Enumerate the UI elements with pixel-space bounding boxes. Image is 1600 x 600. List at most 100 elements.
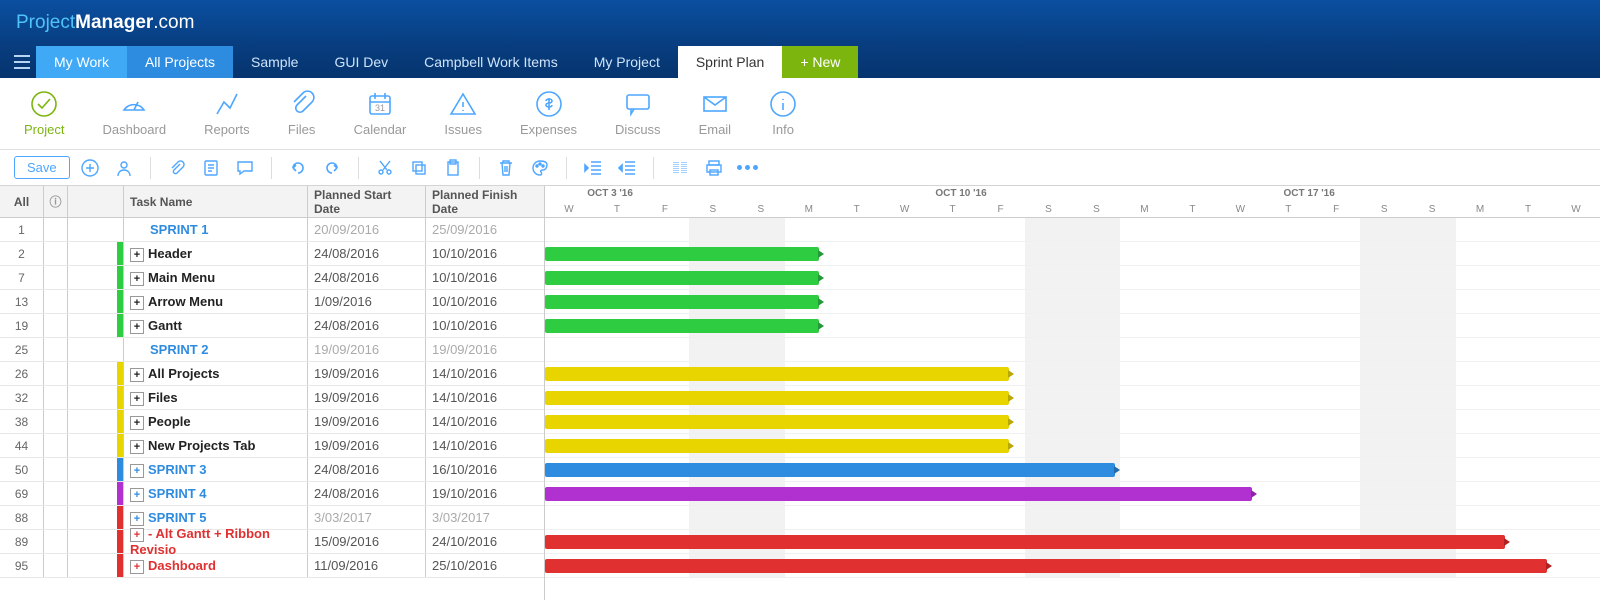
toolbar-info[interactable]: Info <box>769 90 797 137</box>
expand-icon[interactable]: + <box>130 296 144 310</box>
save-button[interactable]: Save <box>14 156 70 179</box>
toolbar-email[interactable]: Email <box>699 90 732 137</box>
info-icon[interactable]: ⓘ <box>44 186 68 217</box>
toolbar-discuss[interactable]: Discuss <box>615 90 661 137</box>
menu-icon[interactable] <box>8 46 36 78</box>
undo-icon[interactable] <box>284 154 312 182</box>
user-icon[interactable] <box>110 154 138 182</box>
cell-start[interactable]: 19/09/2016 <box>308 338 426 361</box>
gantt-bar[interactable] <box>545 463 1115 477</box>
print-icon[interactable] <box>700 154 728 182</box>
expand-icon[interactable]: + <box>130 528 144 542</box>
task-row[interactable]: 25SPRINT 219/09/201619/09/2016 <box>0 338 544 362</box>
cell-name[interactable]: SPRINT 2 <box>124 338 308 361</box>
expand-icon[interactable]: + <box>130 368 144 382</box>
cell-start[interactable]: 24/08/2016 <box>308 242 426 265</box>
cell-name[interactable]: +Arrow Menu <box>124 290 308 313</box>
color-icon[interactable] <box>526 154 554 182</box>
toolbar-dashboard[interactable]: Dashboard <box>102 90 166 137</box>
note-icon[interactable] <box>197 154 225 182</box>
toolbar-expenses[interactable]: Expenses <box>520 90 577 137</box>
toolbar-reports[interactable]: Reports <box>204 90 250 137</box>
gantt-bar[interactable] <box>545 295 819 309</box>
cell-start[interactable]: 3/03/2017 <box>308 506 426 529</box>
cell-end[interactable]: 16/10/2016 <box>426 458 544 481</box>
task-row[interactable]: 89+- Alt Gantt + Ribbon Revisio15/09/201… <box>0 530 544 554</box>
task-row[interactable]: 38+People19/09/201614/10/2016 <box>0 410 544 434</box>
tab-my-project[interactable]: My Project <box>576 46 678 78</box>
cell-start[interactable]: 24/08/2016 <box>308 314 426 337</box>
task-row[interactable]: 44+New Projects Tab19/09/201614/10/2016 <box>0 434 544 458</box>
gantt-bar[interactable] <box>545 319 819 333</box>
expand-icon[interactable]: + <box>130 248 144 262</box>
expand-icon[interactable]: + <box>130 560 144 574</box>
toolbar-files[interactable]: Files <box>288 90 316 137</box>
cell-name[interactable]: +SPRINT 3 <box>124 458 308 481</box>
gantt-bar[interactable] <box>545 559 1547 573</box>
cell-end[interactable]: 14/10/2016 <box>426 362 544 385</box>
cell-start[interactable]: 15/09/2016 <box>308 530 426 553</box>
more-icon[interactable] <box>734 154 762 182</box>
cell-end[interactable]: 10/10/2016 <box>426 242 544 265</box>
gantt-bar[interactable] <box>545 367 1009 381</box>
expand-icon[interactable]: + <box>130 512 144 526</box>
task-row[interactable]: 95+Dashboard11/09/201625/10/2016 <box>0 554 544 578</box>
tab-sprint-plan[interactable]: Sprint Plan <box>678 46 782 78</box>
cell-end[interactable]: 25/09/2016 <box>426 218 544 241</box>
cell-name[interactable]: +New Projects Tab <box>124 434 308 457</box>
attach-icon[interactable] <box>163 154 191 182</box>
gantt-bar[interactable] <box>545 535 1505 549</box>
cell-start[interactable]: 19/09/2016 <box>308 410 426 433</box>
cell-end[interactable]: 10/10/2016 <box>426 266 544 289</box>
tab-gui-dev[interactable]: GUI Dev <box>316 46 406 78</box>
tab--new[interactable]: + New <box>782 46 858 78</box>
cell-name[interactable]: +Files <box>124 386 308 409</box>
cell-start[interactable]: 20/09/2016 <box>308 218 426 241</box>
cell-end[interactable]: 3/03/2017 <box>426 506 544 529</box>
cell-end[interactable]: 24/10/2016 <box>426 530 544 553</box>
add-icon[interactable] <box>76 154 104 182</box>
tab-campbell-work-items[interactable]: Campbell Work Items <box>406 46 576 78</box>
expand-icon[interactable]: + <box>130 440 144 454</box>
cell-end[interactable]: 10/10/2016 <box>426 314 544 337</box>
expand-icon[interactable]: + <box>130 320 144 334</box>
cell-start[interactable]: 19/09/2016 <box>308 386 426 409</box>
task-row[interactable]: 13+Arrow Menu1/09/201610/10/2016 <box>0 290 544 314</box>
redo-icon[interactable] <box>318 154 346 182</box>
delete-icon[interactable] <box>492 154 520 182</box>
cut-icon[interactable] <box>371 154 399 182</box>
cell-name[interactable]: +- Alt Gantt + Ribbon Revisio <box>124 530 308 553</box>
gantt-bar[interactable] <box>545 415 1009 429</box>
gantt-bar[interactable] <box>545 391 1009 405</box>
gantt-bar[interactable] <box>545 247 819 261</box>
expand-icon[interactable]: + <box>130 392 144 406</box>
task-row[interactable]: 69+SPRINT 424/08/201619/10/2016 <box>0 482 544 506</box>
columns-icon[interactable] <box>666 154 694 182</box>
cell-start[interactable]: 24/08/2016 <box>308 458 426 481</box>
expand-icon[interactable]: + <box>130 416 144 430</box>
cell-end[interactable]: 19/10/2016 <box>426 482 544 505</box>
cell-start[interactable]: 11/09/2016 <box>308 554 426 577</box>
task-row[interactable]: 2+Header24/08/201610/10/2016 <box>0 242 544 266</box>
cell-name[interactable]: SPRINT 1 <box>124 218 308 241</box>
cell-name[interactable]: +Dashboard <box>124 554 308 577</box>
cell-end[interactable]: 14/10/2016 <box>426 410 544 433</box>
task-row[interactable]: 19+Gantt24/08/201610/10/2016 <box>0 314 544 338</box>
indent-icon[interactable] <box>613 154 641 182</box>
task-row[interactable]: 50+SPRINT 324/08/201616/10/2016 <box>0 458 544 482</box>
copy-icon[interactable] <box>405 154 433 182</box>
comment-icon[interactable] <box>231 154 259 182</box>
col-start-date[interactable]: Planned Start Date <box>308 186 426 217</box>
cell-start[interactable]: 19/09/2016 <box>308 434 426 457</box>
task-row[interactable]: 1SPRINT 120/09/201625/09/2016 <box>0 218 544 242</box>
cell-start[interactable]: 1/09/2016 <box>308 290 426 313</box>
cell-end[interactable]: 10/10/2016 <box>426 290 544 313</box>
expand-icon[interactable]: + <box>130 464 144 478</box>
task-row[interactable]: 7+Main Menu24/08/201610/10/2016 <box>0 266 544 290</box>
cell-start[interactable]: 24/08/2016 <box>308 482 426 505</box>
toolbar-calendar[interactable]: 31Calendar <box>354 90 407 137</box>
tab-all-projects[interactable]: All Projects <box>127 46 233 78</box>
cell-start[interactable]: 19/09/2016 <box>308 362 426 385</box>
cell-name[interactable]: +People <box>124 410 308 433</box>
cell-name[interactable]: +Header <box>124 242 308 265</box>
